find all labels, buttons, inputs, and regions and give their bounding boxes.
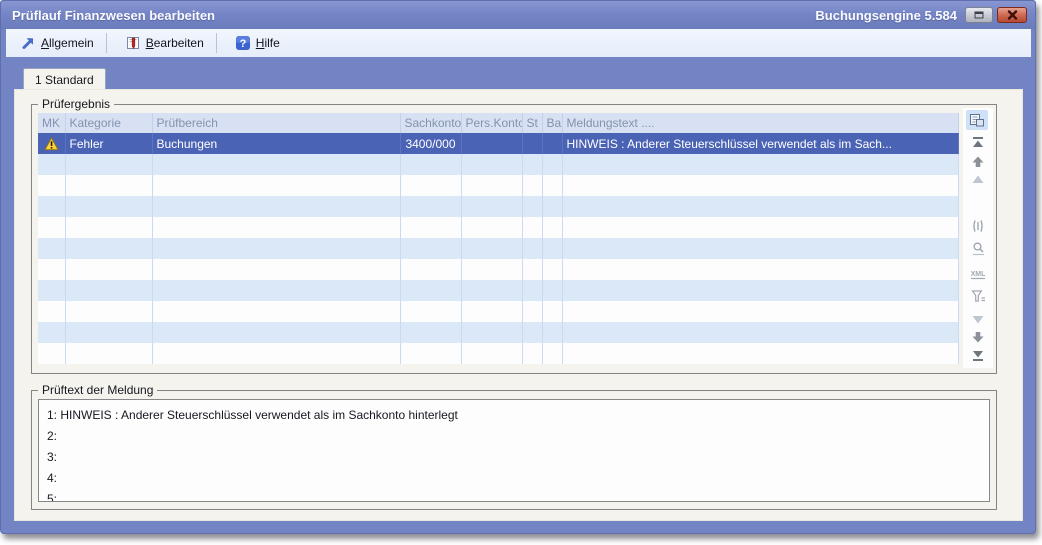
table-row-empty[interactable]	[38, 154, 958, 175]
edit-document-icon	[125, 35, 141, 51]
table-row-empty[interactable]	[38, 175, 958, 196]
cell-perskonto	[461, 133, 522, 154]
col-header-ba[interactable]: Ba	[542, 113, 562, 133]
xml-icon[interactable]: XML	[969, 266, 987, 282]
page-up-icon[interactable]	[969, 171, 987, 187]
tab-page: Prüfergebnis MK Kategorie Prüfbereich Sa…	[14, 89, 1023, 521]
toolbar-separator	[216, 33, 217, 53]
toolbar-label-hilfe: Hilfe	[256, 36, 280, 50]
col-header-meldungstext[interactable]: Meldungstext ....	[562, 113, 958, 133]
toolbar: Allgemein Bearbeiten ? Hilfe	[6, 29, 1031, 57]
col-header-pruefbereich[interactable]: Prüfbereich	[152, 113, 400, 133]
svg-text:XML: XML	[971, 271, 987, 278]
toolbar-label-allgemein: Allgemein	[41, 36, 94, 50]
help-icon: ?	[235, 35, 251, 51]
tab-standard[interactable]: 1 Standard	[23, 68, 106, 90]
prueftext-line-3: 3:	[47, 447, 989, 468]
title-bar: Prüflauf Finanzwesen bearbeiten Buchungs…	[1, 1, 1035, 29]
column-chooser-icon[interactable]	[966, 110, 988, 130]
group-prueftext: Prüftext der Meldung 1: HINWEIS : Andere…	[31, 390, 997, 510]
svg-text:?: ?	[239, 38, 246, 50]
col-header-sachkonto[interactable]: Sachkonto	[400, 113, 461, 133]
prueftext-line-2: 2:	[47, 426, 989, 447]
table-row-empty[interactable]	[38, 343, 958, 364]
app-window: Prüflauf Finanzwesen bearbeiten Buchungs…	[0, 0, 1036, 534]
table-header-row: MK Kategorie Prüfbereich Sachkonto Pers.…	[38, 113, 958, 133]
group-pruefergebnis: Prüfergebnis MK Kategorie Prüfbereich Sa…	[31, 104, 997, 374]
go-to-top-icon[interactable]	[969, 134, 987, 150]
minimize-button[interactable]	[965, 7, 993, 23]
warning-icon	[44, 137, 59, 151]
col-header-perskonto[interactable]: Pers.Konto	[461, 113, 522, 133]
record-count-icon[interactable]	[969, 218, 987, 234]
arrow-up-right-icon	[20, 35, 36, 51]
toolbar-label-bearbeiten: Bearbeiten	[146, 36, 204, 50]
table-side-toolbar: XML	[963, 108, 993, 368]
table-row-empty[interactable]	[38, 322, 958, 343]
toolbar-button-hilfe[interactable]: ? Hilfe	[227, 32, 288, 54]
result-table: MK Kategorie Prüfbereich Sachkonto Pers.…	[38, 113, 958, 364]
cell-ba	[542, 133, 562, 154]
table-row-empty[interactable]	[38, 301, 958, 322]
close-icon	[1007, 10, 1018, 20]
cell-kategorie: Fehler	[65, 133, 152, 154]
cell-st	[522, 133, 542, 154]
page-down-icon[interactable]	[969, 312, 987, 328]
table-row-empty[interactable]	[38, 196, 958, 217]
search-icon[interactable]	[969, 240, 987, 256]
minimize-icon	[974, 11, 985, 20]
prueftext-line-5: 5:	[47, 489, 989, 502]
app-version-label: Buchungsengine 5.584	[815, 8, 957, 23]
prueftext-line-1: 1: HINWEIS : Anderer Steuerschlüssel ver…	[47, 405, 989, 426]
group-label-prueftext: Prüftext der Meldung	[38, 383, 157, 397]
table-row-empty[interactable]	[38, 280, 958, 301]
close-button[interactable]	[997, 7, 1027, 23]
cell-meldungstext: HINWEIS : Anderer Steuerschlüssel verwen…	[562, 133, 958, 154]
filter-icon[interactable]	[969, 288, 987, 304]
table-row-empty[interactable]	[38, 259, 958, 280]
table-row-empty[interactable]	[38, 238, 958, 259]
col-header-kategorie[interactable]: Kategorie	[65, 113, 152, 133]
result-table-body: Fehler Buchungen 3400/000 HINWEIS : Ande…	[38, 133, 958, 364]
window-title: Prüflauf Finanzwesen bearbeiten	[12, 8, 215, 23]
title-bar-controls: Buchungsengine 5.584	[815, 1, 1027, 29]
toolbar-button-allgemein[interactable]: Allgemein	[12, 32, 102, 54]
prueftext-line-4: 4:	[47, 468, 989, 489]
cell-sachkonto: 3400/000	[400, 133, 461, 154]
table-row-selected[interactable]: Fehler Buchungen 3400/000 HINWEIS : Ande…	[38, 133, 958, 154]
group-label-pruefergebnis: Prüfergebnis	[38, 97, 114, 111]
arrow-up-icon[interactable]	[969, 153, 987, 169]
go-to-bottom-icon[interactable]	[969, 347, 987, 363]
prueftext-area[interactable]: 1: HINWEIS : Anderer Steuerschlüssel ver…	[38, 399, 990, 502]
toolbar-separator	[106, 33, 107, 53]
col-header-mk[interactable]: MK	[38, 113, 65, 133]
arrow-down-icon[interactable]	[969, 329, 987, 345]
cell-pruefbereich: Buchungen	[152, 133, 400, 154]
table-row-empty[interactable]	[38, 217, 958, 238]
toolbar-button-bearbeiten[interactable]: Bearbeiten	[117, 32, 212, 54]
col-header-st[interactable]: St	[522, 113, 542, 133]
